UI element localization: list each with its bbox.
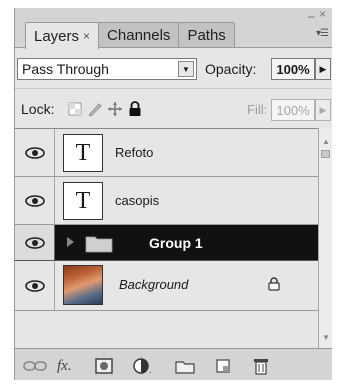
chevron-down-icon[interactable]: ▼ [178,61,194,77]
opacity-label: Opacity: [205,61,257,77]
scroll-thumb[interactable] [321,150,330,158]
fill-field[interactable]: 100% [271,99,315,121]
layer-name[interactable]: Refoto [115,145,153,160]
lock-position-icon[interactable] [107,101,123,117]
layer-row-group-1[interactable]: Group 1 [15,225,318,261]
fill-label: Fill: [247,102,268,117]
fx-icon[interactable]: fx. [57,357,72,375]
new-layer-icon[interactable] [215,357,231,375]
mask-icon[interactable] [95,357,113,375]
layer-name[interactable]: Background [119,277,188,292]
blend-mode-select[interactable]: Pass Through ▼ [17,58,197,80]
layers-list: T Refoto T casopis Group 1 Background [15,128,318,348]
folder-icon [85,233,113,256]
eye-icon[interactable] [15,225,55,260]
link-layers-icon[interactable] [23,357,47,375]
blend-row: Pass Through ▼ Opacity: 100% ▶ [15,48,332,88]
lock-image-icon[interactable] [87,101,103,117]
eye-icon[interactable] [15,177,55,224]
eye-icon[interactable] [15,129,55,176]
text-layer-thumbnail: T [63,182,103,220]
layers-scrollbar[interactable]: ▲ ▼ [318,128,332,348]
lock-label: Lock: [21,101,55,117]
close-icon[interactable]: × [319,8,326,20]
layer-row-casopis[interactable]: T casopis [15,177,318,225]
tab-paths[interactable]: Paths [178,22,235,48]
expand-arrow-icon[interactable] [65,236,75,251]
blend-mode-value: Pass Through [22,61,109,77]
lock-all-icon[interactable] [127,101,143,117]
minimize-icon[interactable]: – [308,10,315,22]
bottom-toolbar: fx. . [15,348,332,380]
opacity-field[interactable]: 100% [271,58,315,80]
image-layer-thumbnail [63,265,103,305]
opacity-slider-button[interactable]: ▶ [315,58,331,80]
tab-layers-label: Layers [34,27,80,45]
layer-name[interactable]: Group 1 [149,235,203,251]
tab-paths-label: Paths [187,27,226,44]
eye-icon[interactable] [15,261,55,310]
tab-layers[interactable]: Layers × [25,22,100,49]
window-controls: – × [304,8,330,30]
scroll-down-icon[interactable]: ▼ [320,332,332,342]
layer-name[interactable]: casopis [115,193,159,208]
layers-panel: – × Layers × Channels Paths ▾☰ Pass Thro… [14,8,332,380]
layer-row-background[interactable]: Background [15,261,318,311]
new-group-icon[interactable] [175,357,195,375]
panel-menu-icon[interactable]: ▾☰ [316,28,329,39]
lock-transparency-icon[interactable] [67,101,83,117]
panel-tabs: Layers × Channels Paths [25,22,235,49]
fill-slider-button[interactable]: ▶ [315,99,331,121]
lock-icon [268,277,280,294]
svg-text:.: . [149,365,152,374]
tab-channels[interactable]: Channels [98,22,180,48]
trash-icon[interactable] [253,357,269,375]
layer-row-refoto[interactable]: T Refoto [15,129,318,177]
scroll-up-icon[interactable]: ▲ [320,136,332,146]
adjustment-icon[interactable]: . [133,357,155,375]
tab-channels-label: Channels [107,27,171,44]
lock-row: Lock: Fill: 100% ▶ [15,88,332,128]
text-layer-thumbnail: T [63,134,103,172]
tab-close-icon[interactable]: × [83,29,90,43]
